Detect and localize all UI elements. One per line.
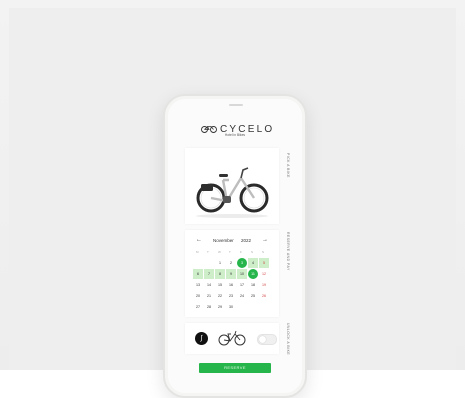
calendar-day[interactable]: 9: [226, 269, 236, 279]
calendar-day[interactable]: 22: [215, 291, 225, 301]
calendar-day[interactable]: 15: [215, 280, 225, 290]
bluetooth-icon[interactable]: ∫: [195, 332, 208, 345]
calendar-day[interactable]: 21: [204, 291, 214, 301]
calendar-day[interactable]: 13: [193, 280, 203, 290]
arrow-left-icon[interactable]: ←: [196, 237, 202, 243]
calendar-day[interactable]: 26: [259, 291, 269, 301]
calendar-month: November: [213, 238, 234, 243]
calendar-day[interactable]: 10: [237, 269, 247, 279]
calendar-day[interactable]: 7: [204, 269, 214, 279]
weekday-label: F: [240, 250, 242, 254]
weekday-label: S: [262, 250, 265, 254]
calendar-day[interactable]: 23: [226, 291, 236, 301]
weekday-label: M: [196, 250, 199, 254]
phone-speaker: [229, 104, 243, 106]
calendar-day[interactable]: 2: [226, 258, 236, 268]
calendar-day[interactable]: 20: [193, 291, 203, 301]
arrow-right-icon[interactable]: →: [262, 237, 268, 243]
calendar-day[interactable]: 3: [237, 258, 247, 268]
calendar-day[interactable]: 30: [226, 302, 236, 312]
calendar-day[interactable]: 17: [237, 280, 247, 290]
reserve-button[interactable]: RESERVE: [199, 363, 271, 373]
calendar-day[interactable]: 25: [248, 291, 258, 301]
calendar-day[interactable]: 28: [204, 302, 214, 312]
side-label-bike: PICK A BIKE: [286, 153, 290, 178]
unlock-toggle[interactable]: [257, 334, 277, 345]
toggle-knob: [259, 336, 266, 343]
calendar-day[interactable]: 16: [226, 280, 236, 290]
calendar-day[interactable]: 8: [215, 269, 225, 279]
phone-frame: CYCELO Hotel in Bikes PICK A BIKE ← Nove…: [163, 94, 307, 398]
calendar-card: ← November 2022 → MTWTFSS 1 2 3 4 5 6 7 8 9 10 11 1…: [185, 230, 279, 317]
weekday-label: T: [229, 250, 231, 254]
calendar-year: 2022: [241, 238, 252, 243]
bike-icon: [218, 330, 246, 346]
calendar-day[interactable]: 12: [259, 269, 269, 279]
weekday-label: W: [218, 250, 221, 254]
weekday-label: T: [207, 250, 209, 254]
calendar-day[interactable]: 29: [215, 302, 225, 312]
bike-card[interactable]: [185, 148, 279, 224]
unlock-card: ∫: [185, 323, 279, 354]
tagline: Hotel in Bikes: [224, 133, 246, 137]
calendar-day[interactable]: 6: [193, 269, 203, 279]
calendar-day[interactable]: 11: [248, 269, 258, 279]
calendar-day[interactable]: 27: [193, 302, 203, 312]
weekday-label: S: [251, 250, 254, 254]
calendar-day[interactable]: 14: [204, 280, 214, 290]
side-label-unlock: UNLOCK A BIKE: [286, 323, 290, 356]
calendar-day[interactable]: 18: [248, 280, 258, 290]
calendar-day[interactable]: 1: [215, 258, 225, 268]
calendar-day[interactable]: 19: [259, 280, 269, 290]
calendar-day[interactable]: 24: [237, 291, 247, 301]
calendar-day[interactable]: 4: [248, 258, 258, 268]
side-label-calendar: RESERVE AND PAY: [286, 232, 290, 271]
bike-image: [196, 167, 269, 218]
calendar-day[interactable]: 5: [259, 258, 269, 268]
